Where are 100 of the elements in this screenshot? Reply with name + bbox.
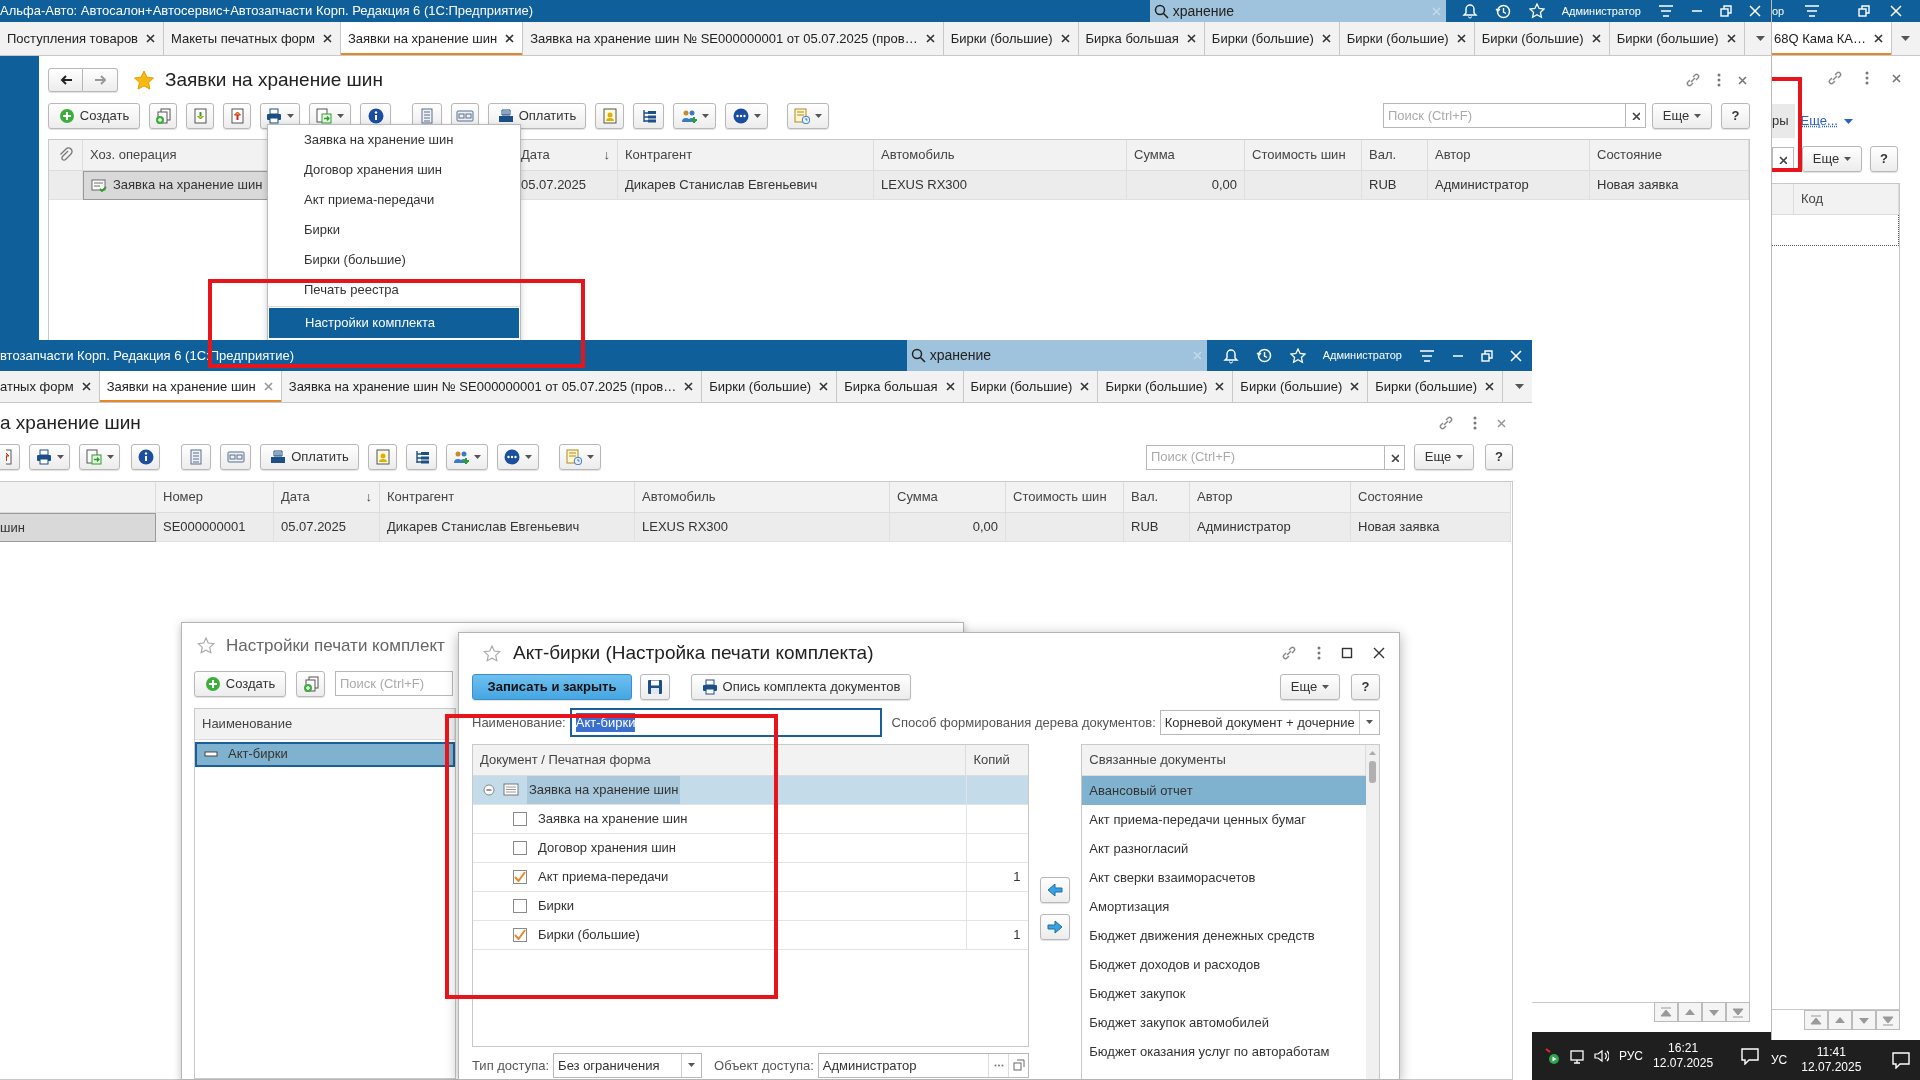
collapse-icon[interactable] — [483, 783, 495, 796]
column-header[interactable]: Сумма — [890, 482, 1006, 513]
help-button[interactable]: ? — [1351, 673, 1380, 700]
column-header[interactable]: Код — [1794, 184, 1899, 215]
more-link[interactable]: Еще... — [1800, 111, 1838, 131]
column-header[interactable]: Стоимость шин — [1006, 482, 1124, 513]
more-vertical-icon[interactable] — [1717, 73, 1721, 88]
dropdown-arrow-icon[interactable] — [1756, 36, 1766, 41]
history-icon[interactable] — [1255, 347, 1273, 364]
checkbox[interactable] — [513, 869, 527, 884]
scroll-button[interactable] — [1804, 1010, 1828, 1030]
close-icon[interactable] — [944, 381, 956, 392]
help-button[interactable]: ? — [1485, 444, 1513, 470]
clock[interactable]: 11:41 12.07.2025 — [1801, 1045, 1862, 1075]
menu-item[interactable]: Бирки — [268, 215, 520, 245]
column-header[interactable]: Дата ↓ — [274, 482, 380, 513]
tree-item[interactable]: Заявка на хранение шин — [527, 776, 681, 804]
close-icon[interactable] — [1320, 33, 1332, 44]
close-icon[interactable] — [1079, 381, 1091, 392]
maximize-icon[interactable] — [1341, 647, 1353, 660]
checkbox[interactable] — [513, 898, 527, 913]
pay-button[interactable]: Оплатить — [488, 102, 586, 129]
list-item[interactable]: Бюджет закупок — [1082, 978, 1366, 1008]
close-icon[interactable] — [145, 33, 156, 44]
column-header[interactable]: Контрагент — [380, 482, 635, 513]
list-item[interactable]: Авансовый отчет — [1082, 775, 1366, 805]
dropdown-arrow-icon[interactable] — [1514, 384, 1524, 389]
toolbar-button[interactable] — [633, 102, 664, 129]
toolbar-button[interactable]: ры — [1772, 104, 1795, 138]
toolbar-button[interactable] — [406, 444, 437, 470]
user-name[interactable]: Администратор — [1322, 347, 1402, 364]
more-button[interactable]: Еще — [1802, 146, 1862, 172]
inventory-button[interactable]: Опись комплекта документов — [691, 673, 911, 700]
column-header[interactable]: Состояние — [1590, 139, 1749, 171]
language-indicator[interactable]: УС — [1771, 1051, 1788, 1069]
menu-icon[interactable] — [1419, 347, 1435, 364]
close-icon[interactable] — [80, 381, 92, 392]
scroll-button[interactable] — [1726, 1002, 1750, 1022]
scroll-button[interactable] — [1702, 1002, 1726, 1022]
choose-icon[interactable] — [993, 1063, 1004, 1067]
list-item[interactable]: Бюджет оказания услуг по автоработам — [1082, 1036, 1366, 1066]
close-icon[interactable] — [1373, 647, 1385, 660]
close-icon[interactable] — [1185, 33, 1197, 44]
column-header[interactable]: Номер — [156, 482, 274, 513]
list-item[interactable]: Акт сверки взаиморасчетов — [1082, 862, 1366, 892]
dropdown-arrow-icon[interactable] — [1900, 36, 1910, 41]
close-icon[interactable] — [1349, 381, 1361, 392]
back-button[interactable] — [48, 68, 83, 93]
tab[interactable]: атных форм — [0, 371, 100, 402]
tree-item[interactable]: Акт приема-передачи — [538, 867, 669, 887]
more-vertical-icon[interactable] — [1473, 416, 1477, 430]
create-button[interactable]: Создать — [48, 102, 140, 129]
close-icon[interactable] — [683, 381, 695, 392]
column-header[interactable]: Копий — [966, 744, 1029, 776]
menu-item[interactable]: Бирки (большие) — [268, 245, 520, 275]
close-icon[interactable] — [504, 33, 516, 44]
list-item[interactable]: Акт разногласий — [1082, 833, 1366, 863]
column-header[interactable]: Вал. — [1124, 482, 1190, 513]
scroll-button[interactable] — [1678, 1002, 1702, 1022]
list-item[interactable]: Акт приема-передачи ценных бумаг — [1082, 804, 1366, 834]
close-icon[interactable] — [924, 33, 936, 44]
tree-item[interactable]: Заявка на хранение шин — [538, 809, 688, 829]
list-item[interactable]: Бюджет движения денежных средств — [1082, 920, 1366, 950]
scrollbar-thumb[interactable] — [1369, 760, 1376, 783]
network-icon[interactable] — [1570, 1048, 1584, 1064]
clock[interactable]: 16:21 12.07.2025 — [1653, 1041, 1714, 1071]
column-header[interactable]: Автор — [1428, 139, 1590, 171]
list-row[interactable]: Акт-бирки — [195, 741, 455, 767]
move-left-button[interactable] — [1040, 876, 1071, 903]
close-icon[interactable] — [322, 33, 333, 44]
toolbar-button[interactable] — [446, 444, 488, 470]
column-header[interactable]: Автор — [1190, 482, 1351, 513]
tab[interactable]: 68Q Кама КА… — [1772, 22, 1892, 55]
checkbox[interactable] — [513, 811, 527, 826]
user-name[interactable]: Администратор — [1561, 2, 1641, 20]
scroll-button[interactable] — [1654, 1002, 1678, 1022]
notification-icon[interactable] — [1741, 1047, 1759, 1065]
column-header[interactable]: Состояние — [1351, 482, 1511, 513]
clear-icon[interactable] — [1390, 452, 1399, 462]
toolbar-button[interactable] — [673, 102, 716, 129]
checkbox[interactable] — [513, 927, 527, 942]
menu-item[interactable]: Настройки комплекта — [269, 308, 519, 338]
help-button[interactable]: ? — [1721, 102, 1750, 129]
move-right-button[interactable] — [1040, 913, 1071, 940]
column-header[interactable]: Автомобиль — [635, 482, 890, 513]
open-icon[interactable] — [1012, 1059, 1025, 1072]
menu-icon[interactable] — [1658, 3, 1674, 19]
print-button[interactable] — [29, 444, 70, 470]
column-header[interactable]: Стоимость шин — [1245, 139, 1362, 171]
checkbox[interactable] — [513, 840, 527, 855]
more-button[interactable]: Еще — [1414, 444, 1474, 470]
create-button[interactable]: Создать — [194, 670, 286, 697]
column-header[interactable]: Документ / Печатная форма — [473, 744, 967, 776]
column-header[interactable]: Сумма — [1127, 139, 1245, 171]
column-header[interactable]: Хоз. операция — [83, 139, 268, 171]
more-button[interactable]: Еще — [1280, 673, 1340, 700]
bell-icon[interactable] — [1461, 3, 1478, 19]
link-icon[interactable] — [1685, 72, 1701, 89]
close-icon[interactable] — [1484, 381, 1496, 392]
toolbar-button[interactable] — [559, 444, 601, 470]
